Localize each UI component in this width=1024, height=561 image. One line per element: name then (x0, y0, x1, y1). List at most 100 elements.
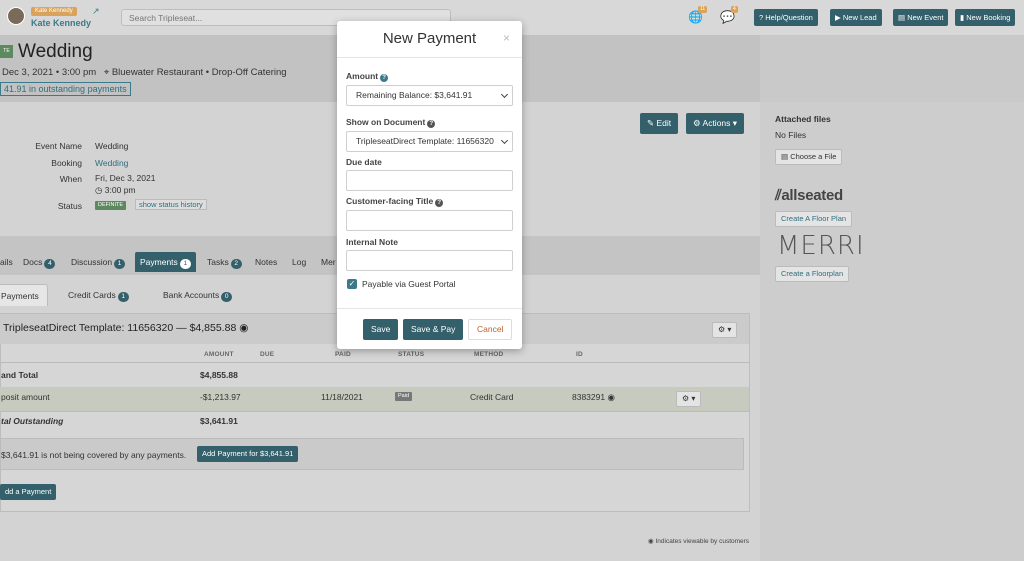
cancel-button[interactable]: Cancel (468, 319, 513, 340)
show-on-document-text: Show on Document (346, 117, 426, 127)
tab-details[interactable]: ails (0, 252, 18, 272)
tab-label: Docs (23, 257, 43, 267)
tab-count: 1 (114, 259, 126, 269)
clock-icon: ◷ (95, 185, 103, 195)
booking-link[interactable]: Wedding (95, 158, 128, 168)
gear-icon: ⚙ (718, 325, 726, 334)
tab-docs[interactable]: Docs 4 (18, 252, 60, 272)
subtab-credit-cards[interactable]: Credit Cards 1 (60, 284, 137, 306)
pencil-icon: ✎ (647, 118, 655, 128)
tab-count: 1 (179, 259, 191, 269)
user-badge: Kate Kennedy (31, 7, 77, 16)
deposit-label: posit amount (1, 392, 50, 402)
help-question-label: Help/Question (765, 13, 813, 22)
when-date: Fri, Dec 3, 2021 (95, 173, 156, 183)
tab-label: Notes (255, 257, 278, 267)
when-label: When (59, 174, 82, 184)
viewable-footnote: ◉ Indicates viewable by customers (648, 537, 749, 545)
deposit-amount: -$1,213.97 (200, 392, 241, 402)
event-date: Dec 3, 2021 • 3:00 pm (2, 67, 97, 78)
panel-title-text: TripleseatDirect Template: 11656320 — $4… (3, 322, 237, 334)
divider (0, 362, 749, 363)
column-header-paid: PAID (335, 351, 351, 358)
close-icon[interactable]: × (503, 31, 510, 45)
tab-notes[interactable]: Notes (250, 252, 282, 272)
notification-count: 11 (698, 6, 708, 13)
panel-title: TripleseatDirect Template: 11656320 — $4… (3, 322, 248, 334)
definite-tag: TE (0, 45, 13, 58)
new-booking-button[interactable]: ▮ New Booking (955, 9, 1016, 26)
help-question-button[interactable]: ? Help/Question (754, 9, 818, 26)
tab-label: Log (292, 257, 307, 267)
tab-label: Tasks (207, 257, 229, 267)
actions-button[interactable]: ⚙ Actions ▾ (686, 113, 745, 134)
subtab-count: 1 (117, 292, 129, 302)
tab-tasks[interactable]: Tasks 2 (202, 252, 247, 272)
eye-icon: ◉ (607, 392, 615, 402)
status-label: Status (57, 201, 82, 211)
internal-note-label: Internal Note (346, 237, 398, 247)
message-count: 4 (731, 6, 738, 13)
create-floor-plan-button[interactable]: Create A Floor Plan (775, 211, 853, 227)
save-button[interactable]: Save (363, 319, 399, 340)
subtab-label: Payments (1, 291, 39, 301)
tab-label: ails (0, 257, 13, 267)
help-icon[interactable]: ? (427, 120, 436, 128)
panel-gear-button[interactable]: ⚙ ▾ (712, 322, 738, 338)
row-gear-button[interactable]: ⚙ ▾ (676, 391, 702, 407)
paid-status-badge: Paid (395, 392, 413, 401)
subtab-count: 0 (221, 292, 233, 302)
avatar[interactable] (7, 7, 25, 25)
actions-label: Actions (702, 118, 731, 128)
subtab-label: Bank Accounts (163, 290, 220, 300)
create-floorplan-button[interactable]: Create a Floorplan (775, 266, 850, 282)
file-icon: ▤ (781, 152, 789, 161)
due-date-label: Due date (346, 157, 382, 167)
status-history-button[interactable]: show status history (135, 199, 207, 210)
add-payment-button[interactable]: dd a Payment (0, 484, 57, 500)
tab-log[interactable]: Log (287, 252, 311, 272)
page-title: Wedding (18, 41, 93, 62)
payable-checkbox[interactable]: ✓ (347, 279, 357, 289)
choose-file-button[interactable]: ▤ Choose a File (775, 149, 843, 165)
add-payment-for-button[interactable]: Add Payment for $3,641.91 (197, 446, 299, 462)
edit-button[interactable]: ✎ Edit (640, 113, 679, 134)
column-header-method: METHOD (474, 351, 504, 358)
outstanding-payments-link[interactable]: 41.91 in outstanding payments (0, 82, 131, 96)
new-event-button[interactable]: ▤ New Event (893, 9, 949, 26)
user-name[interactable]: Kate Kennedy (31, 18, 91, 28)
subtab-payments[interactable]: Payments (0, 284, 48, 306)
tab-discussion[interactable]: Discussion 1 (66, 252, 130, 272)
eye-icon: ◉ (239, 322, 249, 334)
uncovered-notice-text: $3,641.91 is not being covered by any pa… (1, 450, 187, 460)
customer-title-text: Customer-facing Title (346, 196, 434, 206)
allseated-logo-text: allseated (781, 187, 843, 204)
external-link-icon[interactable]: ↗ (92, 6, 100, 17)
due-date-input[interactable] (346, 170, 513, 191)
caret-down-icon: ▾ (691, 394, 696, 403)
internal-note-input[interactable] (346, 250, 513, 271)
booking-label: Booking (51, 158, 82, 168)
question-icon: ? (759, 13, 764, 22)
caret-down-icon: ▾ (727, 325, 732, 334)
new-lead-button[interactable]: ▶ New Lead (830, 9, 882, 26)
customer-title-input[interactable] (346, 210, 513, 231)
subtab-label: Credit Cards (68, 290, 116, 300)
gear-icon: ⚙ (693, 118, 701, 128)
event-name-label: Event Name (35, 141, 82, 151)
divider (0, 411, 749, 412)
table-row (0, 387, 749, 411)
amount-select[interactable]: Remaining Balance: $3,641.91 (346, 85, 513, 106)
deposit-id-text: 8383291 (572, 392, 606, 402)
new-lead-label: New Lead (842, 13, 877, 22)
document-select[interactable]: TripleseatDirect Template: 11656320 (346, 131, 513, 152)
megaphone-icon: ▶ (835, 13, 841, 22)
save-and-pay-button[interactable]: Save & Pay (403, 319, 464, 340)
help-icon[interactable]: ? (380, 74, 389, 82)
column-header-amount: AMOUNT (204, 351, 234, 358)
subtab-bank-accounts[interactable]: Bank Accounts 0 (155, 284, 240, 306)
tab-payments[interactable]: Payments 1 (135, 252, 196, 272)
no-files-text: No Files (775, 130, 807, 140)
help-icon[interactable]: ? (435, 199, 444, 207)
status-badge: DEFINITE (95, 201, 127, 210)
